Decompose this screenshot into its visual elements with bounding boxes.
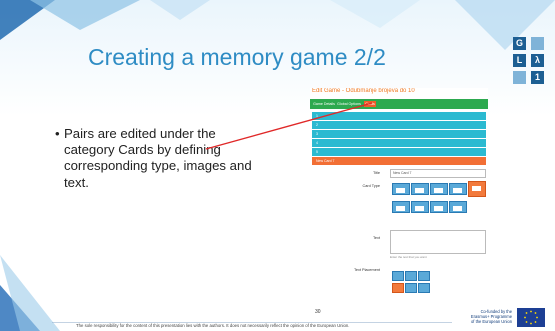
eu-funding-text: Co-funded by the Erasmus+ Programme of t… <box>470 309 512 324</box>
eu-text-line: of the European Union <box>471 319 512 324</box>
pointer-arrow <box>205 102 373 150</box>
slide: Creating a memory game 2/2 • Pairs are e… <box>0 0 555 331</box>
disclaimer-text: The sole responsibility for the content … <box>76 323 350 328</box>
eu-flag-icon <box>517 308 545 327</box>
page-number: 30 <box>315 309 321 315</box>
